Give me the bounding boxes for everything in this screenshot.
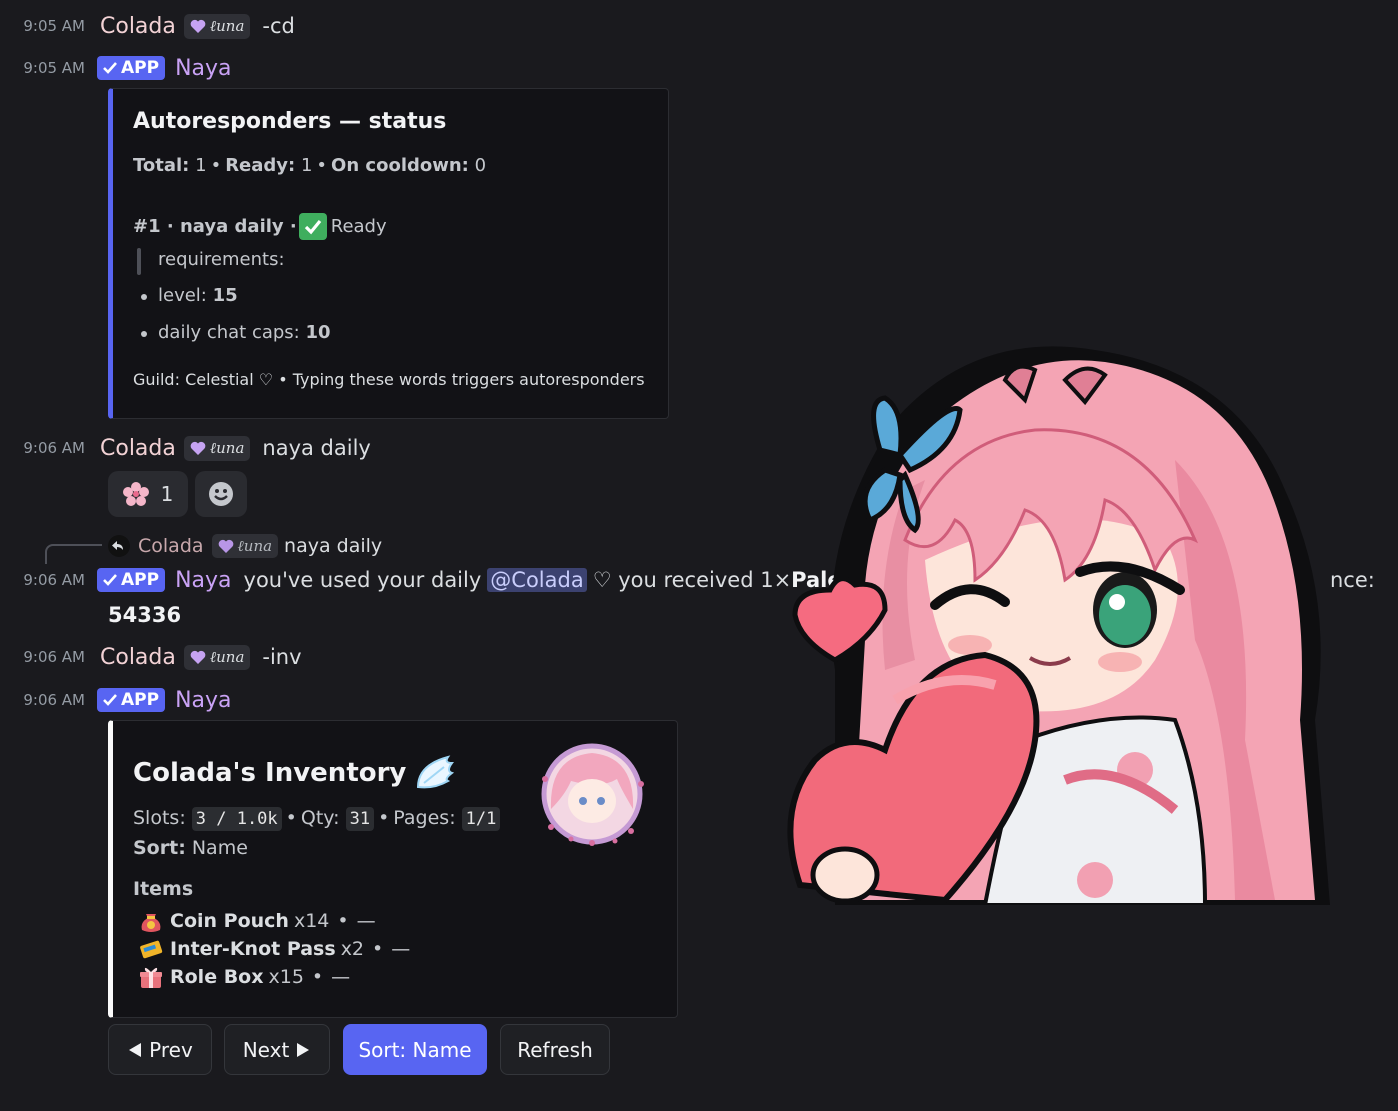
requirements-label: requirements: bbox=[158, 249, 285, 270]
guild-tag-label: ℓuna bbox=[209, 16, 245, 35]
bullet bbox=[141, 331, 147, 337]
heart-icon bbox=[190, 441, 206, 455]
message-text: naya daily bbox=[262, 436, 371, 460]
heart-icon bbox=[190, 650, 206, 664]
refresh-button[interactable]: Refresh bbox=[500, 1024, 610, 1075]
wing-icon bbox=[417, 755, 455, 789]
user-mention[interactable]: @Colada bbox=[487, 568, 587, 592]
inventory-stats: Slots: 3 / 1.0k • Qty: 31 • Pages: 1/1 bbox=[133, 807, 501, 831]
username[interactable]: Naya bbox=[175, 568, 231, 593]
username[interactable]: Naya bbox=[175, 56, 231, 81]
timestamp: 9:05 AM bbox=[23, 59, 85, 77]
guild-tag[interactable]: ℓuna bbox=[183, 13, 251, 39]
username[interactable]: Colada bbox=[100, 14, 176, 39]
reaction-count: 1 bbox=[160, 482, 174, 506]
inventory-embed: Colada's Inventory Slots: 3 / 1.0k • Qty: … bbox=[108, 720, 678, 1018]
reply-icon bbox=[108, 535, 130, 557]
sort-info: Sort: Name bbox=[133, 837, 248, 859]
app-badge: APP bbox=[97, 568, 166, 592]
prev-button[interactable]: Prev bbox=[108, 1024, 212, 1075]
embed-title: Colada's Inventory bbox=[133, 753, 456, 793]
req-level: level: 15 bbox=[158, 285, 238, 306]
heart-icon bbox=[190, 19, 206, 33]
list-item: Inter-Knot Pass x2 • — bbox=[138, 936, 410, 962]
message-text: -cd bbox=[262, 14, 295, 38]
autoresponders-embed: Autoresponders — status Total: 1 • Ready: … bbox=[108, 88, 669, 419]
item-title: #1 · naya daily · bbox=[133, 216, 297, 237]
message-text: ♡ you received 1× bbox=[592, 568, 792, 592]
username[interactable]: Colada bbox=[100, 645, 176, 670]
coin-pouch-icon bbox=[141, 914, 161, 932]
balance-value: 54336 bbox=[108, 603, 182, 627]
add-reaction-button[interactable] bbox=[195, 471, 247, 517]
app-badge-label: APP bbox=[121, 58, 160, 78]
autoresponder-item: #1 · naya daily · Ready bbox=[133, 213, 387, 240]
message-text: you've used your daily bbox=[243, 568, 482, 592]
app-badge: APP bbox=[97, 688, 166, 712]
timestamp: 9:05 AM bbox=[23, 17, 85, 35]
guild-tag-label: ℓuna bbox=[209, 647, 245, 666]
timestamp: 9:06 AM bbox=[23, 439, 85, 457]
list-item: Role Box x15 • — bbox=[138, 964, 350, 990]
arrow-right-icon bbox=[297, 1042, 310, 1057]
next-button[interactable]: Next bbox=[224, 1024, 330, 1075]
message-row: 9:06 AM APP Naya bbox=[0, 680, 231, 720]
message-row: 9:05 AM APP Naya bbox=[0, 48, 231, 88]
reply-text: naya daily bbox=[284, 535, 383, 557]
message-row: 9:06 AM APP Naya you've used your daily … bbox=[0, 560, 841, 600]
guild-tag-label: ℓuna bbox=[237, 536, 273, 555]
reaction-flower[interactable]: 1 bbox=[108, 471, 188, 517]
checkmark-icon bbox=[103, 574, 117, 586]
message-row: 9:06 AM Colada ℓuna -inv bbox=[0, 637, 302, 677]
timestamp: 9:06 AM bbox=[23, 648, 85, 666]
username[interactable]: Colada bbox=[100, 436, 176, 461]
reply-author[interactable]: Colada bbox=[138, 535, 204, 557]
embed-footer: Guild: Celestial ♡ • Typing these words … bbox=[133, 370, 645, 389]
embed-title: Autoresponders — status bbox=[133, 109, 447, 134]
heart-icon bbox=[218, 539, 233, 553]
quote-bar bbox=[137, 248, 141, 275]
message-text: -inv bbox=[262, 645, 302, 669]
message-row: 9:06 AM Colada ℓuna naya daily bbox=[0, 428, 371, 468]
sort-button[interactable]: Sort: Name bbox=[343, 1024, 487, 1075]
cherry-blossom-icon bbox=[122, 482, 149, 506]
message-row: 9:05 AM Colada ℓuna -cd bbox=[0, 6, 295, 46]
guild-tag[interactable]: ℓuna bbox=[183, 644, 251, 670]
guild-tag: ℓuna bbox=[211, 534, 279, 558]
status-summary: Total: 1 • Ready: 1 • On cooldown: 0 bbox=[133, 155, 487, 176]
username[interactable]: Naya bbox=[175, 688, 231, 713]
guild-tag[interactable]: ℓuna bbox=[183, 435, 251, 461]
bullet bbox=[141, 294, 147, 300]
checkmark-icon bbox=[103, 62, 117, 74]
app-badge-label: APP bbox=[121, 690, 160, 710]
gift-icon bbox=[140, 967, 162, 988]
checkmark-icon bbox=[103, 694, 117, 706]
anime-sticker-image bbox=[787, 346, 1330, 905]
smiley-icon bbox=[209, 482, 233, 506]
arrow-left-icon bbox=[129, 1042, 142, 1057]
pass-icon bbox=[140, 940, 163, 959]
req-caps: daily chat caps: 10 bbox=[158, 322, 331, 343]
guild-tag-label: ℓuna bbox=[209, 438, 245, 457]
list-item: Coin Pouch x14 • — bbox=[138, 908, 376, 934]
timestamp: 9:06 AM bbox=[23, 571, 85, 589]
item-status: Ready bbox=[330, 216, 387, 237]
timestamp: 9:06 AM bbox=[23, 691, 85, 709]
check-icon bbox=[298, 213, 327, 240]
app-badge-label: APP bbox=[121, 570, 160, 590]
user-avatar[interactable] bbox=[531, 739, 653, 849]
app-badge: APP bbox=[97, 56, 166, 80]
items-header: Items bbox=[133, 878, 194, 900]
